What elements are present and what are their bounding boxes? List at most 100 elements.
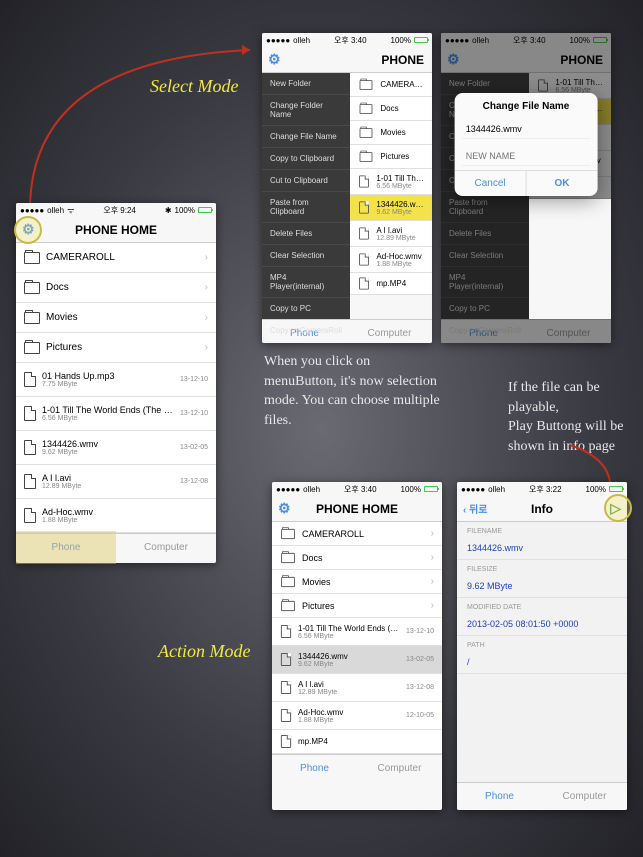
menu-item[interactable]: Change File Name bbox=[262, 126, 350, 148]
tab-highlight bbox=[16, 531, 116, 564]
phone-rename-dialog: ●●●●●olleh 오후 3:40 100% ⚙PHONE 1-01 Till… bbox=[441, 33, 611, 343]
folder-icon bbox=[360, 80, 373, 90]
file-row[interactable]: 1344426.wmv9.62 MByte13-02-05 bbox=[16, 431, 216, 465]
file-icon bbox=[281, 709, 291, 722]
cancel-button[interactable]: Cancel bbox=[455, 171, 526, 196]
tab-computer[interactable]: Computer bbox=[116, 534, 216, 561]
folder-row[interactable]: Docs bbox=[350, 97, 432, 121]
file-row[interactable]: 1-01 Till The World Ends (The Fe...6.56 … bbox=[272, 618, 442, 646]
modified-label: MODIFIED DATE bbox=[457, 598, 627, 613]
folder-row[interactable]: Pictures bbox=[350, 145, 432, 169]
menu-item[interactable]: Copy to CameraRoll bbox=[262, 320, 350, 342]
file-row[interactable]: mp.MP4 bbox=[350, 273, 432, 295]
chevron-right-icon: › bbox=[205, 282, 208, 293]
file-row[interactable]: mp.MP4 bbox=[272, 730, 442, 754]
navbar: ⚙ PHONE HOME bbox=[16, 217, 216, 243]
folder-row[interactable]: CAMERAROLL bbox=[350, 73, 432, 97]
file-row[interactable]: Ad-Hoc.wmv1.88 MByte bbox=[350, 247, 432, 273]
folder-pictures[interactable]: Pictures› bbox=[16, 333, 216, 363]
chevron-right-icon: › bbox=[205, 312, 208, 323]
folder-icon bbox=[24, 312, 40, 324]
tab-phone[interactable]: Phone bbox=[457, 783, 542, 810]
file-icon bbox=[24, 474, 36, 489]
select-caption: When you click on menuButton, it's now s… bbox=[264, 352, 444, 430]
path-value: / bbox=[457, 651, 627, 674]
status-bar: ●●●●●olleh 오후 3:40 100% bbox=[272, 482, 442, 496]
menu-item[interactable]: Paste from Clipboard bbox=[262, 192, 350, 223]
file-row[interactable]: A I l.avi12.89 MByte13-12-08 bbox=[272, 674, 442, 702]
tab-phone[interactable]: Phone bbox=[272, 755, 357, 782]
file-row[interactable]: A I l.avi12.89 MByte13-12-08 bbox=[16, 465, 216, 499]
menu-item[interactable]: Copy to PC bbox=[262, 298, 350, 320]
folder-icon bbox=[24, 342, 40, 354]
info-title: Info bbox=[531, 502, 553, 516]
file-icon bbox=[360, 228, 370, 240]
menu-icon[interactable]: ⚙ bbox=[268, 51, 281, 68]
folder-row[interactable]: Movies bbox=[350, 121, 432, 145]
status-bar: ●●●●●olleh 오후 3:40 100% bbox=[441, 33, 611, 47]
file-icon bbox=[281, 735, 291, 748]
menu-item[interactable]: Delete Files bbox=[262, 223, 350, 245]
file-row-active[interactable]: 1344426.wmv9.62 MByte13-02-05 bbox=[272, 646, 442, 674]
file-icon bbox=[24, 508, 36, 523]
file-row[interactable]: A I l.avi12.89 MByte bbox=[350, 221, 432, 247]
file-icon bbox=[281, 653, 291, 666]
modified-value: 2013-02-05 08:01:50 +0000 bbox=[457, 613, 627, 636]
status-bar: ●●●●●olleh 오후 3:22 100% bbox=[457, 482, 627, 496]
newname-input[interactable] bbox=[462, 147, 591, 166]
file-row[interactable]: 1-01 Till The World Ends (The Fe...6.56 … bbox=[16, 397, 216, 431]
folder-cameraroll[interactable]: CAMERAROLL› bbox=[16, 243, 216, 273]
filesize-value: 9.62 MByte bbox=[457, 575, 627, 598]
ok-button[interactable]: OK bbox=[526, 171, 598, 196]
menu-highlight-circle bbox=[14, 216, 42, 244]
file-icon bbox=[360, 202, 370, 214]
chevron-right-icon: › bbox=[205, 252, 208, 263]
menu-icon: ⚙ bbox=[447, 51, 460, 68]
navbar: ⚙ PHONE bbox=[262, 47, 432, 73]
menu-item[interactable]: MP4 Player(internal) bbox=[262, 267, 350, 298]
menu-item[interactable]: Get CameraRoll bbox=[262, 342, 350, 343]
folder-row[interactable]: Movies› bbox=[272, 570, 442, 594]
filename-input[interactable] bbox=[462, 120, 591, 139]
dialog-title: Change File Name bbox=[455, 93, 598, 116]
tab-computer[interactable]: Computer bbox=[357, 755, 442, 782]
phone-main: ●●●●●ollehᯤ 오후 9:24 ✱100% ⚙ PHONE HOME C… bbox=[16, 203, 216, 563]
file-row[interactable]: Ad-Hoc.wmv1.88 MByte12-10-05 bbox=[272, 702, 442, 730]
file-row[interactable]: 1-01 Till The W6.56 MByte bbox=[350, 169, 432, 195]
context-menu: New Folder Change Folder Name Change Fil… bbox=[262, 73, 350, 319]
menu-item[interactable]: Clear Selection bbox=[262, 245, 350, 267]
file-icon bbox=[24, 372, 36, 387]
file-row[interactable]: 01 Hands Up.mp37.75 MByte13-12-10 bbox=[16, 363, 216, 397]
folder-row[interactable]: Pictures› bbox=[272, 594, 442, 618]
folder-docs[interactable]: Docs› bbox=[16, 273, 216, 303]
file-row[interactable]: Ad-Hoc.wmv1.88 MByte bbox=[16, 499, 216, 533]
file-icon bbox=[24, 440, 36, 455]
file-row-selected[interactable]: 1344426.wmv9.62 MByte bbox=[350, 195, 432, 221]
menu-item[interactable]: New Folder bbox=[262, 73, 350, 95]
filesize-label: FILESIZE bbox=[457, 560, 627, 575]
back-button[interactable]: ‹ 뒤로 bbox=[463, 501, 488, 516]
menu-icon[interactable]: ⚙ bbox=[278, 500, 291, 517]
tab-computer[interactable]: Computer bbox=[347, 320, 432, 343]
status-bar: ●●●●●olleh 오후 3:40 100% bbox=[262, 33, 432, 47]
navbar: ‹ 뒤로 Info ▷ bbox=[457, 496, 627, 522]
folder-movies[interactable]: Movies› bbox=[16, 303, 216, 333]
navbar: ⚙PHONE bbox=[441, 47, 611, 73]
phone-select-mode: ●●●●●olleh 오후 3:40 100% ⚙ PHONE CAMERARO… bbox=[262, 33, 432, 343]
folder-icon bbox=[281, 576, 295, 586]
folder-icon bbox=[360, 128, 373, 138]
play-caption: If the file can be playable, Play Button… bbox=[508, 378, 628, 456]
select-mode-label: Select Mode bbox=[150, 76, 238, 97]
folder-icon bbox=[281, 600, 295, 610]
file-icon bbox=[360, 278, 370, 290]
status-bar: ●●●●●ollehᯤ 오후 9:24 ✱100% bbox=[16, 203, 216, 217]
folder-row[interactable]: CAMERAROLL› bbox=[272, 522, 442, 546]
file-icon bbox=[24, 406, 36, 421]
folder-icon bbox=[281, 552, 295, 562]
menu-item[interactable]: Change Folder Name bbox=[262, 95, 350, 126]
menu-item[interactable]: Copy to Clipboard bbox=[262, 148, 350, 170]
file-icon bbox=[281, 681, 291, 694]
tab-computer[interactable]: Computer bbox=[542, 783, 627, 810]
menu-item[interactable]: Cut to Clipboard bbox=[262, 170, 350, 192]
folder-row[interactable]: Docs› bbox=[272, 546, 442, 570]
